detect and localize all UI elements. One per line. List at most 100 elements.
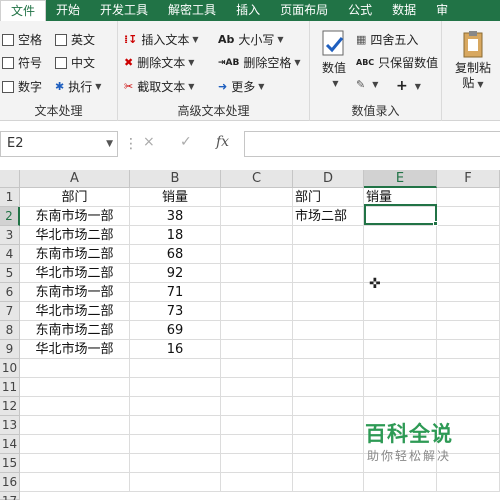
cell-c6[interactable] <box>221 283 293 302</box>
cell-b7[interactable]: 73 <box>130 302 221 321</box>
cell-d6[interactable] <box>293 283 364 302</box>
cell-f10[interactable] <box>437 359 500 378</box>
cell-f7[interactable] <box>437 302 500 321</box>
checkbox-number[interactable]: 数字 <box>2 78 42 95</box>
cell-d1[interactable]: 部门 <box>293 188 364 207</box>
row-header-10[interactable]: 10 <box>0 359 20 378</box>
cell-a16[interactable] <box>20 473 130 492</box>
cell-c14[interactable] <box>221 435 293 454</box>
row-header-2[interactable]: 2 <box>0 207 20 226</box>
cell-b15[interactable] <box>130 454 221 473</box>
cell-f3[interactable] <box>437 226 500 245</box>
more-button[interactable]: ➜ 更多 ▼ <box>218 78 264 95</box>
row-header-13[interactable]: 13 <box>0 416 20 435</box>
cell-b3[interactable]: 18 <box>130 226 221 245</box>
row-header-7[interactable]: 7 <box>0 302 20 321</box>
cell-a6[interactable]: 东南市场一部 <box>20 283 130 302</box>
cell-a2[interactable]: 东南市场一部 <box>20 207 130 226</box>
cell-e11[interactable] <box>364 378 437 397</box>
cell-a5[interactable]: 华北市场二部 <box>20 264 130 283</box>
row-header-4[interactable]: 4 <box>0 245 20 264</box>
cell-b12[interactable] <box>130 397 221 416</box>
row-header-5[interactable]: 5 <box>0 264 20 283</box>
checkbox-symbol[interactable]: 符号 <box>2 54 42 71</box>
tab-review[interactable]: 审 <box>426 0 458 21</box>
row-header-16[interactable]: 16 <box>0 473 20 492</box>
cancel-icon[interactable]: × <box>143 134 155 150</box>
cell-d10[interactable] <box>293 359 364 378</box>
row-header-12[interactable]: 12 <box>0 397 20 416</box>
value-button[interactable]: 数值 ▼ <box>314 29 354 91</box>
column-header-d[interactable]: D <box>293 170 364 188</box>
cell-c4[interactable] <box>221 245 293 264</box>
edit-tool-button[interactable]: ✎ ▼ <box>356 78 378 91</box>
cell-c7[interactable] <box>221 302 293 321</box>
cell-b2[interactable]: 38 <box>130 207 221 226</box>
cell-a15[interactable] <box>20 454 130 473</box>
active-cell-e2[interactable] <box>364 204 437 225</box>
row-header-14[interactable]: 14 <box>0 435 20 454</box>
cell-d4[interactable] <box>293 245 364 264</box>
cell-d2[interactable]: 市场二部 <box>293 207 364 226</box>
column-header-e[interactable]: E <box>364 170 437 188</box>
cell-c2[interactable] <box>221 207 293 226</box>
insert-function-icon[interactable]: fx <box>216 134 229 150</box>
insert-text-button[interactable]: ⁞↧ 插入文本 ▼ <box>124 31 199 48</box>
tab-formulas[interactable]: 公式 <box>338 0 382 21</box>
checkbox-english[interactable]: 英文 <box>55 31 95 48</box>
column-header-b[interactable]: B <box>130 170 221 188</box>
tab-data[interactable]: 数据 <box>382 0 426 21</box>
cell-e3[interactable] <box>364 226 437 245</box>
cell-c9[interactable] <box>221 340 293 359</box>
delete-space-button[interactable]: ⇥AB 删除空格 ▼ <box>218 54 301 71</box>
cell-c16[interactable] <box>221 473 293 492</box>
cell-b8[interactable]: 69 <box>130 321 221 340</box>
cell-d5[interactable] <box>293 264 364 283</box>
tab-decrypt-tools[interactable]: 解密工具 <box>158 0 226 21</box>
checkbox-chinese[interactable]: 中文 <box>55 54 95 71</box>
cell-c11[interactable] <box>221 378 293 397</box>
row-header-3[interactable]: 3 <box>0 226 20 245</box>
select-all-corner[interactable] <box>0 170 20 188</box>
cell-d3[interactable] <box>293 226 364 245</box>
cell-a8[interactable]: 东南市场二部 <box>20 321 130 340</box>
cell-e8[interactable] <box>364 321 437 340</box>
cell-b11[interactable] <box>130 378 221 397</box>
cell-a3[interactable]: 华北市场二部 <box>20 226 130 245</box>
cell-a10[interactable] <box>20 359 130 378</box>
column-header-a[interactable]: A <box>20 170 130 188</box>
column-header-c[interactable]: C <box>221 170 293 188</box>
cell-e7[interactable] <box>364 302 437 321</box>
cell-a13[interactable] <box>20 416 130 435</box>
plus-button[interactable]: + ▼ <box>396 78 421 94</box>
round-button[interactable]: ▦ 四舍五入 <box>356 31 418 48</box>
cell-f9[interactable] <box>437 340 500 359</box>
cell-a14[interactable] <box>20 435 130 454</box>
tab-file[interactable]: 文件 <box>0 0 47 21</box>
cell-d11[interactable] <box>293 378 364 397</box>
cell-c8[interactable] <box>221 321 293 340</box>
case-button[interactable]: Ab 大小写 ▼ <box>218 31 284 48</box>
row-header-15[interactable]: 15 <box>0 454 20 473</box>
cell-c1[interactable] <box>221 188 293 207</box>
cell-a11[interactable] <box>20 378 130 397</box>
cell-c12[interactable] <box>221 397 293 416</box>
cell-a4[interactable]: 东南市场二部 <box>20 245 130 264</box>
row-header-9[interactable]: 9 <box>0 340 20 359</box>
cell-f12[interactable] <box>437 397 500 416</box>
cell-e10[interactable] <box>364 359 437 378</box>
cell-d9[interactable] <box>293 340 364 359</box>
drag-handle-icon[interactable]: ⋮ <box>124 136 138 152</box>
cell-c13[interactable] <box>221 416 293 435</box>
cell-f5[interactable] <box>437 264 500 283</box>
chevron-down-icon[interactable]: ▼ <box>106 132 113 156</box>
tab-home[interactable]: 开始 <box>46 0 90 21</box>
cell-d8[interactable] <box>293 321 364 340</box>
cell-a1[interactable]: 部门 <box>20 188 130 207</box>
cell-f6[interactable] <box>437 283 500 302</box>
column-header-f[interactable]: F <box>437 170 500 188</box>
row-header-1[interactable]: 1 <box>0 188 20 207</box>
tab-developer[interactable]: 开发工具 <box>90 0 158 21</box>
cell-f8[interactable] <box>437 321 500 340</box>
cell-a12[interactable] <box>20 397 130 416</box>
